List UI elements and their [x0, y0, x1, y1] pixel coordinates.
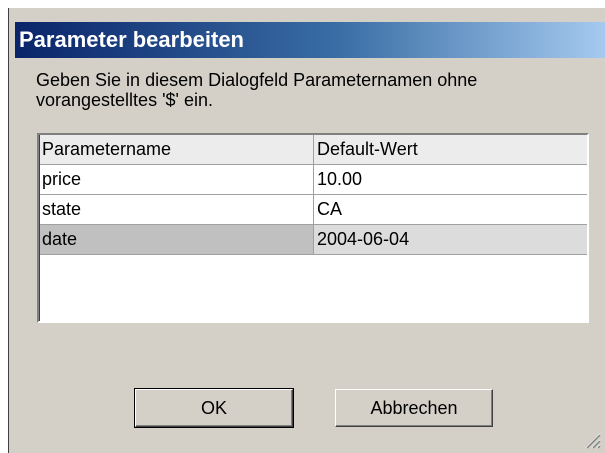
default-value-cell[interactable]: 2004-06-04	[314, 225, 587, 254]
column-header-parametername[interactable]: Parametername	[40, 135, 314, 164]
dialog-title: Parameter bearbeiten	[19, 27, 244, 52]
ok-button[interactable]: OK	[134, 388, 294, 428]
title-bar[interactable]: Parameter bearbeiten	[15, 22, 605, 58]
resize-grip-icon[interactable]	[583, 431, 601, 449]
default-value-cell[interactable]: CA	[314, 195, 587, 224]
parameter-name-cell[interactable]: state	[40, 195, 314, 224]
table-header-row: Parametername Default-Wert	[40, 135, 587, 165]
cancel-button[interactable]: Abbrechen	[335, 389, 493, 427]
instruction-text: Geben Sie in diesem Dialogfeld Parameter…	[36, 70, 478, 110]
parameter-name-cell[interactable]: price	[40, 165, 314, 194]
parameter-table[interactable]: Parametername Default-Wert price 10.00 s…	[37, 133, 589, 323]
edit-parameters-dialog: Parameter bearbeiten Geben Sie in diesem…	[8, 8, 605, 453]
table-row-selected[interactable]: date 2004-06-04	[40, 225, 587, 255]
table-row[interactable]: price 10.00	[40, 165, 587, 195]
parameter-name-cell[interactable]: date	[40, 225, 314, 254]
default-value-cell[interactable]: 10.00	[314, 165, 587, 194]
column-header-default-wert[interactable]: Default-Wert	[314, 135, 587, 164]
table-row[interactable]: state CA	[40, 195, 587, 225]
